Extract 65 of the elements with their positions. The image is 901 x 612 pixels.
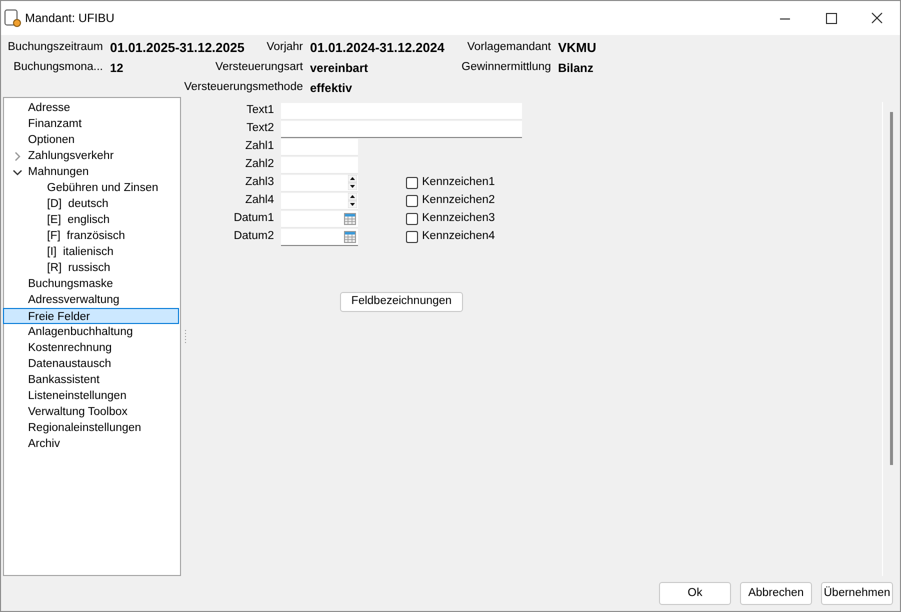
field-label: Datum2 xyxy=(232,229,274,244)
checkbox-label: Kennzeichen2 xyxy=(422,193,495,208)
tree-item[interactable]: Zahlungsverkehr xyxy=(28,148,114,164)
field-value: Bilanz xyxy=(558,60,594,77)
checkbox[interactable] xyxy=(406,195,418,207)
field-labels-button[interactable]: Feldbezeichnungen xyxy=(340,292,463,312)
tree-item[interactable]: Regionaleinstellungen xyxy=(28,420,142,436)
tree-item[interactable]: [F] französisch xyxy=(47,228,125,244)
field-label: Zahl1 xyxy=(244,139,274,154)
tree-item[interactable]: Finanzamt xyxy=(28,116,82,132)
dialog-button[interactable]: Ok xyxy=(659,582,731,605)
field-value: 01.01.2024-31.12.2024 xyxy=(310,39,446,58)
field-label: Zahl2 xyxy=(244,157,274,172)
checkbox-label: Kennzeichen3 xyxy=(422,211,495,226)
field-label: Versteuerungsmethode xyxy=(184,80,303,96)
spin-buttons-icon[interactable] xyxy=(348,193,357,208)
field-value: 01.01.2025-31.12.2025 xyxy=(110,39,244,58)
field-label: Text1 xyxy=(246,103,274,118)
tree-item[interactable]: Adresse xyxy=(28,100,70,116)
tree-item[interactable]: Listeneinstellungen xyxy=(28,388,126,404)
field-label: Zahl4 xyxy=(244,193,274,208)
tree-item[interactable]: Kostenrechnung xyxy=(28,340,112,356)
field-label: Vorlagemandant xyxy=(467,40,551,56)
input-field[interactable] xyxy=(281,228,358,246)
tree-item[interactable]: Freie Felder xyxy=(3,308,179,324)
field-label: Versteuerungsart xyxy=(215,60,303,76)
field-label: Datum1 xyxy=(232,211,274,226)
tree-item[interactable]: Adressverwaltung xyxy=(28,292,120,308)
tree-item[interactable]: Buchungsmaske xyxy=(28,276,114,292)
tree-item[interactable]: [I] italienisch xyxy=(47,244,114,260)
checkbox[interactable] xyxy=(406,177,418,189)
field-label: Text2 xyxy=(246,121,274,136)
tree-item[interactable]: Verwaltung Toolbox xyxy=(28,404,128,420)
input-field[interactable] xyxy=(281,120,522,138)
field-label: Buchungsmona... xyxy=(13,60,103,76)
tree-item[interactable]: Optionen xyxy=(28,132,75,148)
checkbox[interactable] xyxy=(406,231,418,243)
tree-item[interactable]: [E] englisch xyxy=(47,212,110,228)
tree-item[interactable]: Gebühren und Zinsen xyxy=(47,180,158,196)
chevron-right-icon[interactable] xyxy=(12,150,23,162)
field-label: Zahl3 xyxy=(244,175,274,190)
field-label: Vorjahr xyxy=(266,40,303,56)
app-icon xyxy=(4,8,22,28)
dialog-button[interactable]: Abbrechen xyxy=(740,582,812,605)
calendar-icon[interactable] xyxy=(344,212,356,225)
field-value: effektiv xyxy=(310,80,354,97)
field-label: Gewinnermittlung xyxy=(462,60,551,76)
field-label: Buchungszeitraum xyxy=(8,40,103,56)
scrollbar-thumb[interactable] xyxy=(890,112,893,465)
checkbox-label: Kennzeichen1 xyxy=(422,175,495,190)
tree-item[interactable]: [D] deutsch xyxy=(47,196,108,212)
checkbox[interactable] xyxy=(406,213,418,225)
tree-item[interactable]: Archiv xyxy=(28,436,60,452)
tree-item[interactable]: Bankassistent xyxy=(28,372,100,388)
calendar-icon[interactable] xyxy=(344,230,356,243)
spin-buttons-icon[interactable] xyxy=(348,175,357,190)
field-value: VKMU xyxy=(558,39,596,58)
checkbox-label: Kennzeichen4 xyxy=(422,229,495,244)
field-value: vereinbart xyxy=(310,60,370,77)
tree-item[interactable]: Mahnungen xyxy=(28,164,89,180)
dialog-button[interactable]: Übernehmen xyxy=(821,582,893,605)
tree-item[interactable]: [R] russisch xyxy=(47,260,110,276)
tree-item[interactable]: Anlagenbuchhaltung xyxy=(28,324,133,340)
window-title: Mandant: UFIBU xyxy=(25,10,114,27)
tree-item[interactable]: Datenaustausch xyxy=(28,356,112,372)
